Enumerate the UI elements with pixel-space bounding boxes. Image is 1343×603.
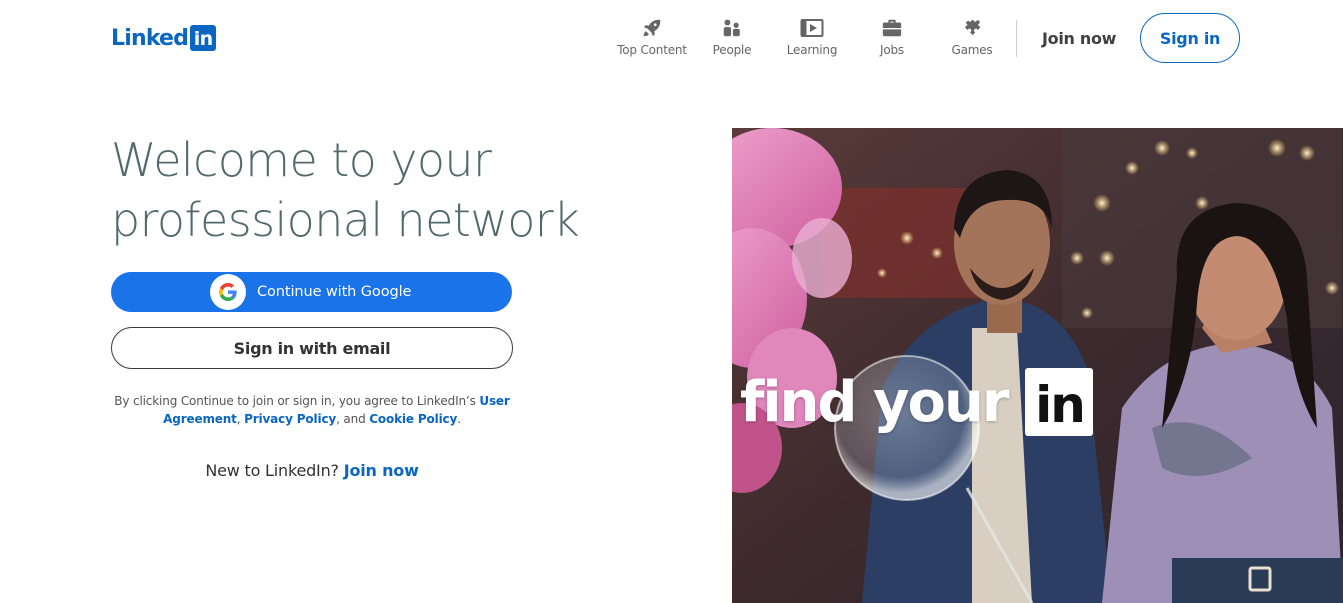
nav-label: Jobs (880, 43, 904, 57)
headline-line-2: professional network (111, 193, 580, 247)
nav-item-people[interactable]: People (692, 16, 772, 60)
top-nav-bar: Linked in Top Content People Learning Jo… (0, 0, 1343, 76)
logo-in-box: in (190, 25, 217, 51)
cookie-policy-link[interactable]: Cookie Policy (369, 412, 457, 426)
learning-video-icon (800, 16, 824, 40)
hero-photo-illustration (732, 128, 1343, 603)
briefcase-icon (880, 16, 904, 40)
sign-in-with-email-button[interactable]: Sign in with email (111, 327, 513, 369)
join-now-link[interactable]: Join now (344, 461, 419, 480)
continue-with-google-button[interactable]: Continue with Google (111, 272, 512, 312)
nav-item-games[interactable]: Games (932, 16, 1012, 60)
join-now-button[interactable]: Join now (1030, 22, 1128, 54)
nav-item-learning[interactable]: Learning (772, 16, 852, 60)
linkedin-logo[interactable]: Linked in (111, 24, 217, 52)
hero-tagline: find your in (740, 368, 1094, 436)
people-icon (720, 16, 744, 40)
nav-item-jobs[interactable]: Jobs (852, 16, 932, 60)
headline-line-1: Welcome to your (111, 133, 492, 187)
nav-divider (1016, 20, 1017, 57)
nav-item-top-content[interactable]: Top Content (612, 16, 692, 60)
agreement-and: , and (336, 412, 370, 426)
agreement-prefix: By clicking Continue to join or sign in,… (114, 394, 480, 408)
puzzle-icon (960, 16, 984, 40)
google-logo-icon (210, 274, 246, 310)
google-button-label: Continue with Google (257, 284, 412, 300)
agreement-period: . (457, 412, 461, 426)
nav-label: Games (951, 43, 993, 57)
rocket-icon (640, 16, 664, 40)
agreement-notice: By clicking Continue to join or sign in,… (111, 392, 513, 428)
primary-nav: Top Content People Learning Jobs Games (612, 16, 1012, 60)
hero-in-box: in (1025, 368, 1094, 436)
sign-in-button[interactable]: Sign in (1140, 13, 1240, 63)
new-to-text: New to LinkedIn? (205, 461, 344, 480)
nav-label: Top Content (617, 43, 687, 57)
logo-wordmark: Linked (111, 25, 189, 51)
nav-label: Learning (786, 43, 838, 57)
nav-label: People (712, 43, 752, 57)
privacy-policy-link[interactable]: Privacy Policy (244, 412, 336, 426)
hero-image: find your in (732, 128, 1343, 603)
new-to-linkedin: New to LinkedIn? Join now (111, 461, 513, 480)
hero-tagline-text: find your (740, 369, 1009, 435)
page-headline: Welcome to your professional network (111, 130, 631, 250)
